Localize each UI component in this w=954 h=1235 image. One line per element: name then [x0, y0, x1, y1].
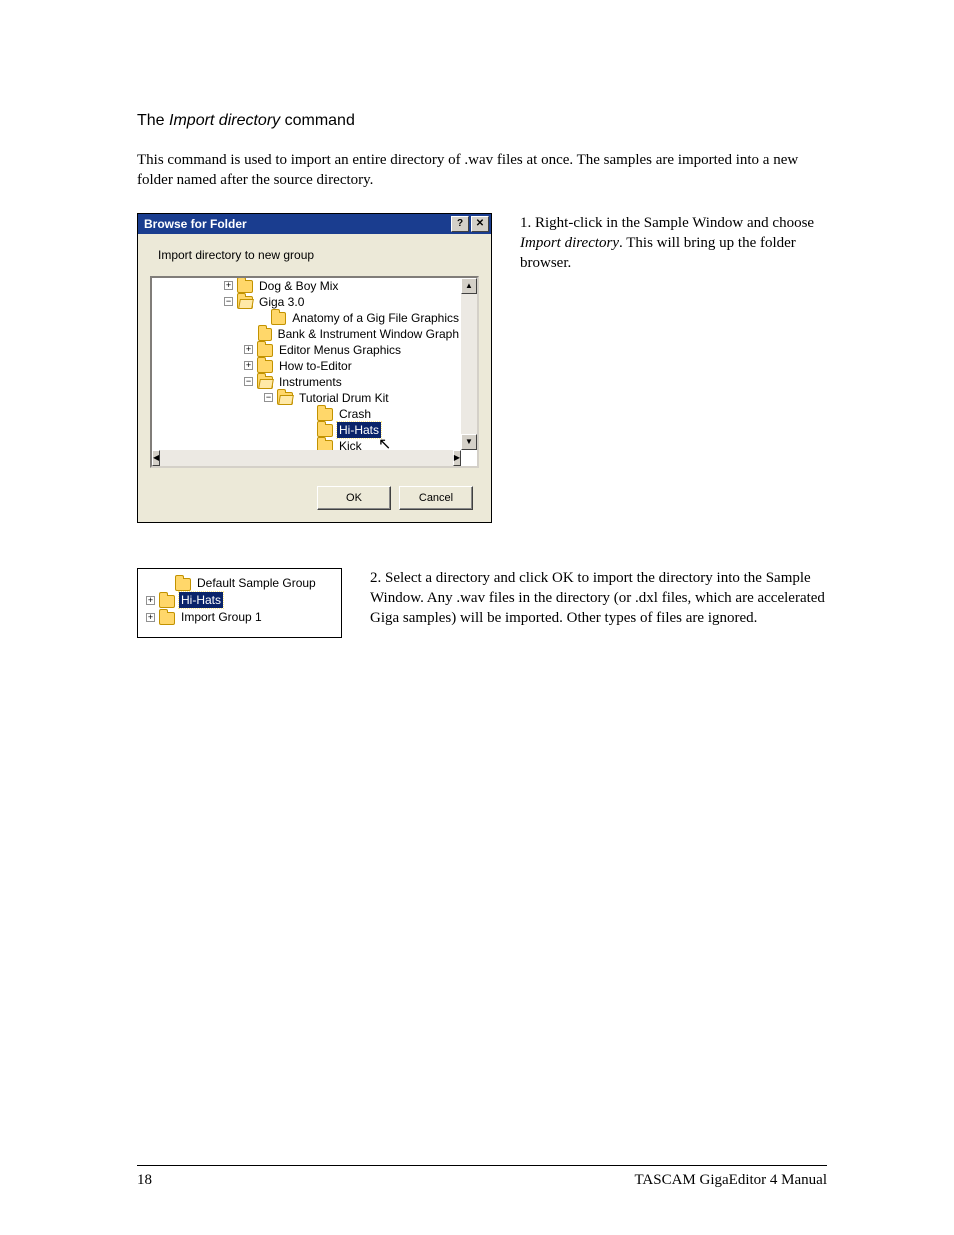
tree-item-label[interactable]: Dog & Boy Mix — [257, 278, 340, 294]
collapse-icon[interactable]: − — [264, 393, 273, 402]
tree-item-label[interactable]: Editor Menus Graphics — [277, 342, 403, 358]
heading-suffix: command — [280, 112, 355, 129]
dialog-title: Browse for Folder — [144, 217, 247, 231]
folder-icon — [159, 612, 175, 625]
tree-item-label[interactable]: Kick — [337, 438, 364, 450]
tree-row[interactable]: Kick — [152, 438, 461, 450]
collapse-icon[interactable]: − — [224, 297, 233, 306]
folder-icon — [175, 578, 191, 591]
tree-row[interactable]: Default Sample Group — [146, 575, 333, 592]
tree-item-label[interactable]: Hi-Hats — [337, 422, 381, 438]
dialog-prompt: Import directory to new group — [158, 248, 479, 262]
folder-icon — [317, 424, 333, 437]
scroll-track-vertical[interactable] — [461, 294, 477, 434]
manual-title: TASCAM GigaEditor 4 Manual — [634, 1172, 827, 1189]
tree-item-label[interactable]: Hi-Hats — [179, 592, 223, 608]
dialog-titlebar[interactable]: Browse for Folder ? ✕ — [138, 214, 491, 234]
expand-icon[interactable]: + — [224, 281, 233, 290]
tree-item-label[interactable]: Anatomy of a Gig File Graphics — [290, 310, 461, 326]
tree-item-label[interactable]: Default Sample Group — [195, 575, 318, 591]
tree-row[interactable]: + Editor Menus Graphics — [152, 342, 461, 358]
tree-row[interactable]: + Dog & Boy Mix — [152, 278, 461, 294]
tree-row[interactable]: + Import Group 1 — [146, 609, 333, 626]
folder-icon — [257, 344, 273, 357]
scroll-right-icon[interactable]: ▶ — [453, 450, 461, 466]
tree-row[interactable]: Bank & Instrument Window Graph — [152, 326, 461, 342]
help-icon[interactable]: ? — [451, 216, 469, 232]
heading-prefix: The — [137, 112, 169, 129]
tree-row[interactable]: + Hi-Hats — [146, 592, 333, 609]
tree-item-label[interactable]: How to-Editor — [277, 358, 354, 374]
tree-item-label[interactable]: Giga 3.0 — [257, 294, 306, 310]
tree-row[interactable]: Anatomy of a Gig File Graphics — [152, 310, 461, 326]
folder-tree[interactable]: + Dog & Boy Mix − Giga 3.0Anatomy of a Gig … — [150, 276, 479, 468]
section-heading: The Import directory command — [137, 112, 827, 130]
tree-row[interactable]: Crash — [152, 406, 461, 422]
folder-icon — [271, 312, 286, 325]
folder-icon — [257, 376, 273, 389]
step-2-text: 2. Select a directory and click OK to im… — [370, 568, 827, 638]
scroll-track-horizontal[interactable] — [160, 450, 453, 466]
collapse-icon[interactable]: − — [244, 377, 253, 386]
browse-for-folder-dialog: Browse for Folder ? ✕ Import directory t… — [137, 213, 492, 523]
expand-icon[interactable]: + — [244, 361, 253, 370]
tree-item-label[interactable]: Instruments — [277, 374, 344, 390]
tree-row[interactable]: − Instruments — [152, 374, 461, 390]
heading-italic: Import directory — [169, 112, 280, 129]
tree-item-label[interactable]: Import Group 1 — [179, 609, 264, 625]
scroll-down-icon[interactable]: ▼ — [461, 434, 477, 450]
cancel-button[interactable]: Cancel — [399, 486, 473, 510]
folder-icon — [257, 360, 273, 373]
close-icon[interactable]: ✕ — [471, 216, 489, 232]
tree-row[interactable]: + How to-Editor — [152, 358, 461, 374]
folder-icon — [159, 595, 175, 608]
tree-item-label[interactable]: Crash — [337, 406, 373, 422]
folder-icon — [317, 408, 333, 421]
page-number: 18 — [137, 1172, 152, 1189]
sample-group-panel: Default Sample Group + Hi-Hats + Import Grou… — [137, 568, 342, 638]
page-footer: 18 TASCAM GigaEditor 4 Manual — [137, 1165, 827, 1189]
tree-row[interactable]: − Tutorial Drum Kit — [152, 390, 461, 406]
scroll-up-icon[interactable]: ▲ — [461, 278, 477, 294]
folder-icon — [258, 328, 272, 341]
step-1-prefix: 1. Right-click in the Sample Window and … — [520, 215, 814, 231]
expand-icon[interactable]: + — [146, 596, 155, 605]
tree-row[interactable]: − Giga 3.0 — [152, 294, 461, 310]
folder-icon — [277, 392, 293, 405]
expand-icon[interactable]: + — [146, 613, 155, 622]
intro-paragraph: This command is used to import an entire… — [137, 150, 827, 191]
expand-icon[interactable]: + — [244, 345, 253, 354]
scroll-left-icon[interactable]: ◀ — [152, 450, 160, 466]
folder-icon — [237, 296, 253, 309]
tree-item-label[interactable]: Bank & Instrument Window Graph — [276, 326, 461, 342]
tree-row[interactable]: Hi-Hats — [152, 422, 461, 438]
folder-icon — [237, 280, 253, 293]
tree-item-label[interactable]: Tutorial Drum Kit — [297, 390, 391, 406]
step-1-text: 1. Right-click in the Sample Window and … — [520, 213, 827, 523]
folder-icon — [317, 440, 333, 450]
ok-button[interactable]: OK — [317, 486, 391, 510]
step-1-italic: Import directory — [520, 235, 619, 251]
